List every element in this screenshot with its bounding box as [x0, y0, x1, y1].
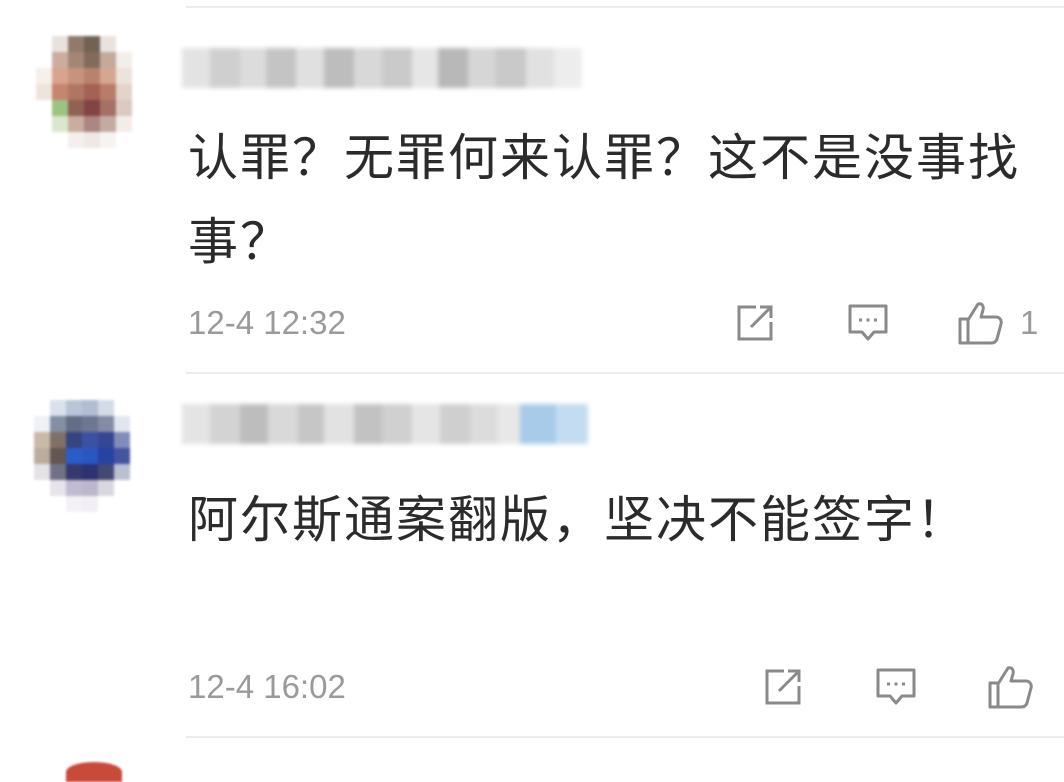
top-divider	[186, 6, 1064, 8]
reply-button[interactable]	[846, 298, 890, 348]
like-button[interactable]: 1	[956, 298, 1038, 348]
share-button[interactable]	[762, 662, 804, 712]
thumbs-up-icon	[958, 302, 1003, 345]
username-blurred[interactable]	[182, 404, 588, 444]
share-icon	[765, 669, 801, 705]
share-button[interactable]	[734, 298, 776, 348]
share-icon	[737, 305, 773, 341]
reply-icon	[848, 304, 888, 341]
like-button[interactable]	[986, 662, 1034, 712]
comment-meta: 12-4 16:02	[188, 662, 1064, 712]
reply-icon	[876, 668, 916, 705]
comment-meta: 12-4 12:32 1	[188, 298, 1064, 348]
comment-divider	[186, 372, 1064, 374]
thumbs-up-icon	[988, 666, 1033, 709]
avatar[interactable]	[66, 762, 122, 782]
timestamp: 12-4 16:02	[188, 668, 346, 705]
avatar[interactable]	[36, 36, 148, 148]
username-blurred[interactable]	[182, 48, 582, 88]
reply-button[interactable]	[874, 662, 918, 712]
comment-text: 阿尔斯通案翻版，坚决不能签字！	[188, 491, 968, 549]
avatar[interactable]	[34, 400, 146, 512]
timestamp: 12-4 12:32	[188, 304, 346, 341]
comment-text: 认罪？无罪何来认罪？这不是没事找事？	[188, 129, 1020, 271]
like-count: 1	[1020, 304, 1039, 341]
comment-divider	[186, 736, 1064, 738]
